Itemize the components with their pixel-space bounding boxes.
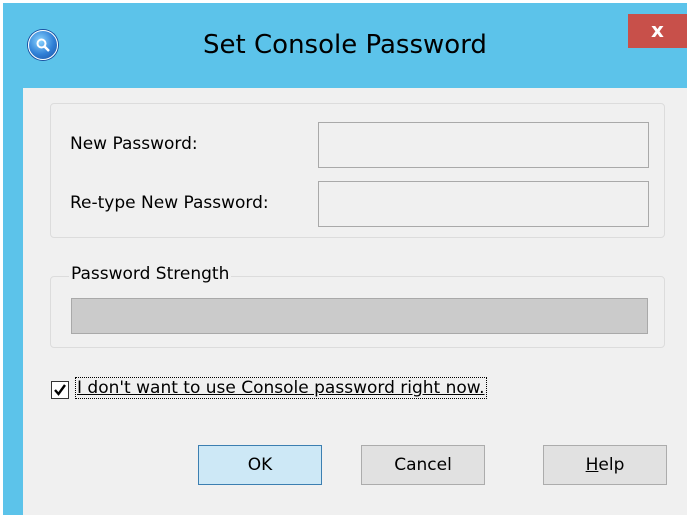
help-button-label: elp (598, 455, 625, 475)
help-button[interactable]: Help (543, 445, 667, 485)
new-password-label: New Password: (70, 134, 198, 154)
checkmark-icon (54, 384, 66, 396)
retype-password-label: Re-type New Password: (70, 193, 269, 213)
title-bar[interactable]: Set Console Password x (3, 3, 687, 90)
dialog-body: New Password: Re-type New Password: Pass… (23, 88, 687, 515)
skip-password-text: I don't want to use Console password rig… (77, 378, 485, 398)
dialog-window: Set Console Password x New Password: Re-… (3, 3, 687, 515)
password-strength-label: Password Strength (69, 264, 232, 284)
ok-button-label: OK (247, 455, 273, 475)
retype-password-field[interactable] (318, 181, 649, 227)
close-icon: x (651, 18, 664, 42)
close-button[interactable]: x (628, 14, 687, 48)
new-password-field[interactable] (318, 122, 649, 168)
cancel-button[interactable]: Cancel (361, 445, 485, 485)
ok-button[interactable]: OK (198, 445, 322, 485)
window-title: Set Console Password (203, 30, 487, 60)
cancel-button-label: Cancel (394, 455, 452, 475)
help-accelerator: H (585, 455, 599, 475)
password-strength-meter (71, 298, 648, 334)
skip-password-checkbox[interactable] (51, 381, 69, 399)
skip-password-label[interactable]: I don't want to use Console password rig… (75, 377, 487, 399)
